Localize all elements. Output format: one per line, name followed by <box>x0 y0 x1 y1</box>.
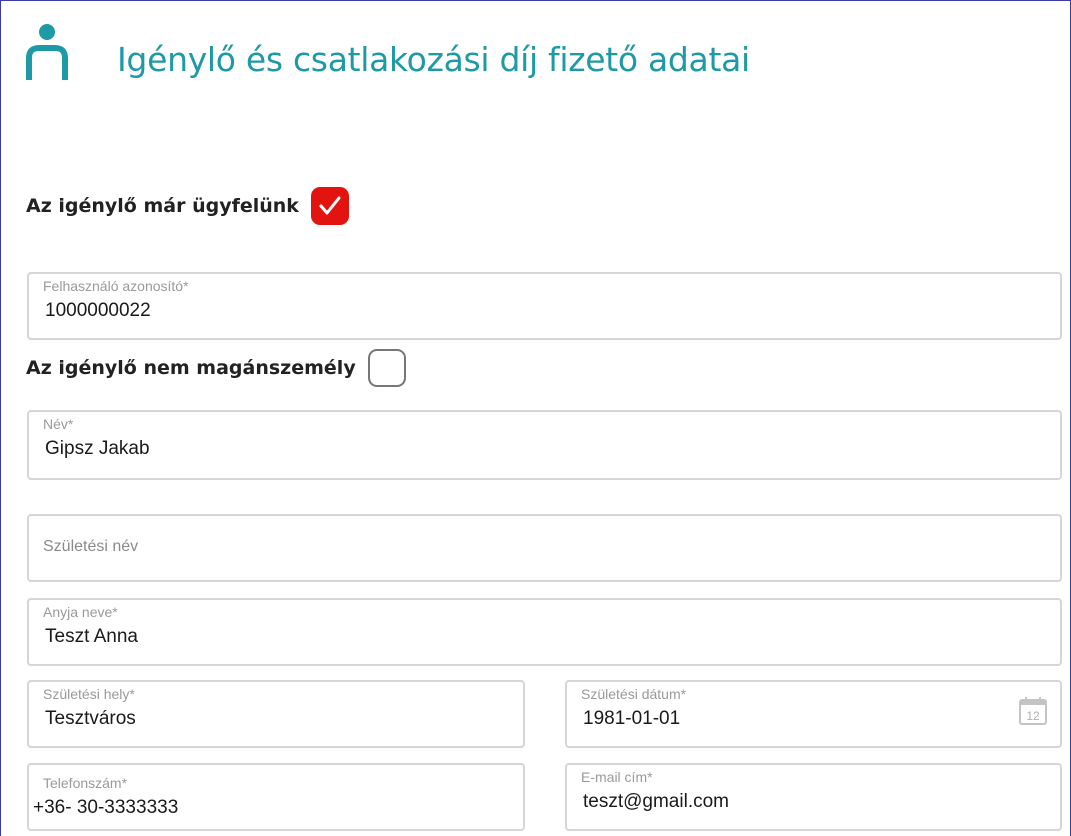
user-id-field[interactable]: Felhasználó azonosító* 1000000022 <box>27 272 1062 340</box>
birth-place-field[interactable]: Születési hely* Tesztváros <box>27 680 525 748</box>
birth-place-label: Születési hely* <box>43 686 135 702</box>
name-field[interactable]: Név* Gipsz Jakab <box>27 410 1062 480</box>
existing-customer-checkbox[interactable] <box>310 187 349 225</box>
existing-customer-row: Az igénylő már ügyfelünk <box>26 186 349 226</box>
mother-name-label: Anyja neve* <box>43 604 118 620</box>
not-private-person-row: Az igénylő nem magánszemély <box>26 348 406 388</box>
phone-label: Telefonszám* <box>43 775 128 791</box>
birth-place-value[interactable]: Tesztváros <box>45 708 136 730</box>
phone-value[interactable]: +36- 30-3333333 <box>33 797 178 819</box>
existing-customer-label: Az igénylő már ügyfelünk <box>26 195 299 217</box>
mother-name-field[interactable]: Anyja neve* Teszt Anna <box>27 598 1062 666</box>
phone-field[interactable]: Telefonszám* +36- 30-3333333 <box>27 763 525 831</box>
calendar-icon[interactable]: 12 <box>1018 696 1048 726</box>
user-id-value[interactable]: 1000000022 <box>45 300 151 322</box>
not-private-person-checkbox[interactable] <box>367 349 406 387</box>
not-private-person-label: Az igénylő nem magánszemély <box>26 357 356 379</box>
birth-name-placeholder: Születési név <box>43 538 139 555</box>
birth-date-label: Születési dátum* <box>581 686 687 702</box>
mother-name-value[interactable]: Teszt Anna <box>45 626 138 648</box>
person-icon <box>26 24 68 80</box>
page-title: Igénylő és csatlakozási díj fizető adata… <box>117 40 750 79</box>
section-header: Igénylő és csatlakozási díj fizető adata… <box>25 22 1025 82</box>
user-id-label: Felhasználó azonosító* <box>43 278 189 294</box>
birth-date-value[interactable]: 1981-01-01 <box>583 708 680 730</box>
name-value[interactable]: Gipsz Jakab <box>45 438 150 460</box>
name-label: Név* <box>43 416 74 432</box>
email-field[interactable]: E-mail cím* teszt@gmail.com <box>565 763 1062 831</box>
birth-date-field[interactable]: Születési dátum* 1981-01-01 12 <box>565 680 1062 748</box>
birth-name-field[interactable]: Születési név <box>27 514 1062 582</box>
email-value[interactable]: teszt@gmail.com <box>583 791 729 813</box>
checkmark-icon <box>319 196 341 215</box>
calendar-day-number: 12 <box>1026 709 1040 723</box>
email-label: E-mail cím* <box>581 769 653 785</box>
